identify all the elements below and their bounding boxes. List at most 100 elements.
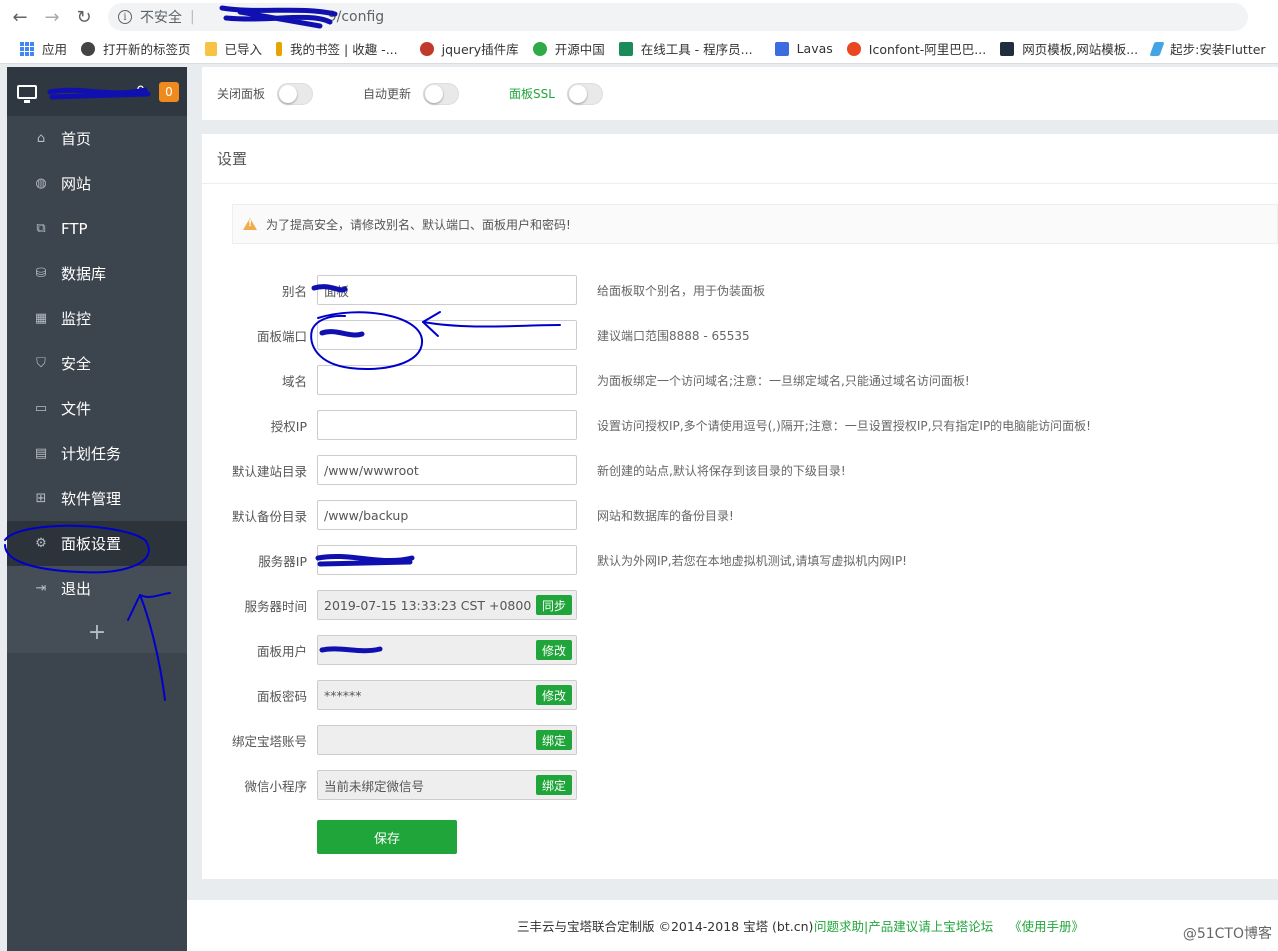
close-panel-label: 关闭面板: [217, 87, 266, 101]
field-input[interactable]: [317, 320, 577, 350]
bookmark-label: 在线工具 - 程序员...: [640, 42, 753, 57]
field-action-button[interactable]: 修改: [535, 640, 572, 660]
gear-icon: ⚙: [35, 536, 47, 551]
sidebar-item-label: FTP: [61, 219, 88, 238]
close-panel-switch[interactable]: [277, 82, 314, 105]
back-button[interactable]: ←: [8, 5, 32, 29]
bookmark-jquery[interactable]: jquery插件库: [419, 39, 519, 58]
sidebar-item-7[interactable]: ▭ 文件: [7, 386, 187, 431]
field-input[interactable]: /www/wwwroot: [317, 455, 577, 485]
url-separator: |: [190, 9, 195, 25]
bookmark-new-tab[interactable]: 打开新的标签页: [81, 39, 191, 58]
top-toggle-bar: 关闭面板 自动更新 面板SSL: [202, 67, 1278, 120]
sidebar: 0 0 ⌂ 首页 ◍ 网站 ⧉ FTP ⛁ 数据库 ▦ 监控 ⛉ 安全 ▭ 文件 ▤ 计划任务 ⊞ 软件管理 ⚙ 面板…: [7, 67, 187, 951]
panel-ssl-switch[interactable]: [566, 82, 603, 105]
copyright-text: 三丰云与宝塔联合定制版 ©2014-2018 宝塔 (bt.cn): [517, 919, 814, 934]
field-label: 服务器IP: [258, 553, 307, 569]
bookmark-tools[interactable]: 在线工具 - 程序员...: [618, 39, 753, 58]
field-label: 面板密码: [256, 688, 307, 704]
form-row: 面板用户 修改: [202, 635, 1278, 665]
field-label: 微信小程序: [244, 778, 307, 794]
panel-title: 设置: [202, 134, 1278, 184]
sidebar-item-3[interactable]: ⧉ FTP: [7, 206, 187, 251]
sidebar-item-5[interactable]: ▦ 监控: [7, 296, 187, 341]
database-icon: ⛁: [35, 266, 47, 281]
form-row: 面板端口 建议端口范围8888 - 65535: [202, 320, 1278, 350]
sidebar-item-1[interactable]: ⌂ 首页: [7, 116, 187, 161]
sidebar-item-6[interactable]: ⛉ 安全: [7, 341, 187, 386]
sidebar-item-label: 退出: [61, 580, 92, 598]
field-input[interactable]: [317, 410, 577, 440]
field-input[interactable]: /www/backup: [317, 500, 577, 530]
bookmark-label: Iconfont-阿里巴巴...: [868, 42, 987, 57]
url-path: 9/config: [327, 9, 385, 25]
url-bar[interactable]: i 不安全 | 9/config: [108, 3, 1248, 31]
bookmark-oschina[interactable]: 开源中国: [532, 39, 605, 58]
bookmark-label: 开源中国: [554, 42, 605, 57]
field-label: 默认建站目录: [231, 463, 307, 479]
watermark: @51CTO博客: [1182, 926, 1272, 942]
form-row: 服务器时间 2019-07-15 13:33:23 CST +0800 同步: [202, 590, 1278, 620]
form-row: 别名 面板 给面板取个别名，用于伪装面板: [202, 275, 1278, 305]
calendar-icon: ▤: [34, 446, 48, 461]
server-header: 0 0: [7, 67, 187, 116]
close-panel-toggle-group: 关闭面板: [217, 82, 314, 105]
sidebar-item-8[interactable]: ▤ 计划任务: [7, 431, 187, 476]
bookmark-iconfont[interactable]: Iconfont-阿里巴巴...: [846, 39, 987, 58]
field-input[interactable]: 面板: [317, 275, 577, 305]
form-row: 面板密码 ****** 修改: [202, 680, 1278, 710]
field-tip: 设置访问授权IP,多个请使用逗号(,)隔开;注意：一旦设置授权IP,只有指定IP…: [597, 418, 1091, 433]
bookmark-favicon-icon: [276, 41, 283, 56]
auto-update-toggle-group: 自动更新: [363, 82, 460, 105]
ftp-icon: ⧉: [36, 221, 46, 236]
bookmark-imported[interactable]: 已导入: [204, 39, 263, 58]
field-tip: 为面板绑定一个访问域名;注意：一旦绑定域名,只能通过域名访问面板!: [597, 373, 970, 388]
info-icon[interactable]: i: [118, 10, 132, 24]
field-action-button[interactable]: 修改: [535, 685, 572, 705]
sidebar-menu: ⌂ 首页 ◍ 网站 ⧉ FTP ⛁ 数据库 ▦ 监控 ⛉ 安全 ▭ 文件 ▤ 计划任务 ⊞ 软件管理 ⚙ 面板设置 ⇥ 退…: [7, 116, 187, 611]
sidebar-item-11[interactable]: ⇥ 退出: [7, 566, 187, 611]
help-link[interactable]: 问题求助|产品建议请上宝塔论坛: [814, 916, 993, 935]
bookmark-flutter[interactable]: 起步:安装Flutter: [1149, 39, 1266, 58]
auto-update-switch[interactable]: [423, 82, 460, 105]
browser-toolbar: ← → ↻ i 不安全 | 9/config: [0, 0, 1278, 34]
bookmark-label: 已导入: [224, 42, 263, 57]
tools-favicon-icon: [618, 41, 633, 56]
bookmark-lavas[interactable]: Lavas: [774, 41, 833, 56]
footer: 三丰云与宝塔联合定制版 ©2014-2018 宝塔 (bt.cn) 问题求助|产…: [187, 900, 1278, 951]
field-input[interactable]: [317, 365, 577, 395]
field-value: ******: [324, 687, 362, 703]
reload-button[interactable]: ↻: [72, 5, 96, 29]
sidebar-item-2[interactable]: ◍ 网站: [7, 161, 187, 206]
sidebar-item-label: 网站: [61, 175, 92, 193]
save-button[interactable]: 保存: [317, 820, 457, 854]
home-icon: ⌂: [36, 131, 46, 146]
add-shortcut-button[interactable]: +: [7, 611, 187, 653]
notification-badge[interactable]: 0: [159, 81, 179, 102]
bookmark-shouqu[interactable]: 我的书签 | 收趣 -...: [276, 39, 398, 58]
field-input[interactable]: [317, 545, 577, 575]
sidebar-item-9[interactable]: ⊞ 软件管理: [7, 476, 187, 521]
server-name: 0: [136, 83, 145, 100]
forward-button[interactable]: →: [40, 5, 64, 29]
apps-grid-icon: [20, 41, 34, 56]
field-action-button[interactable]: 绑定: [535, 775, 572, 795]
field-tip: 建议端口范围8888 - 65535: [597, 328, 750, 343]
form-row: 绑定宝塔账号 绑定: [202, 725, 1278, 755]
sidebar-item-label: 首页: [61, 130, 92, 148]
field-label: 面板端口: [256, 328, 307, 344]
field-action-button[interactable]: 同步: [535, 595, 572, 615]
field-action-button[interactable]: 绑定: [535, 730, 572, 750]
field-value: 面板: [324, 283, 350, 299]
field-label: 域名: [281, 373, 307, 389]
url-host-redacted: [203, 12, 328, 22]
bookmark-templates[interactable]: 网页模板,网站模板...: [1000, 39, 1138, 58]
bookmark-label: jquery插件库: [441, 42, 519, 57]
manual-link[interactable]: 《使用手册》: [1009, 916, 1084, 935]
bookmark-apps[interactable]: 应用: [20, 39, 67, 58]
form-row: 域名 为面板绑定一个访问域名;注意：一旦绑定域名,只能通过域名访问面板!: [202, 365, 1278, 395]
monitor-icon: [17, 84, 37, 103]
panel-ssl-label[interactable]: 面板SSL: [509, 85, 555, 102]
sidebar-item-4[interactable]: ⛁ 数据库: [7, 251, 187, 296]
sidebar-item-10[interactable]: ⚙ 面板设置: [7, 521, 187, 566]
